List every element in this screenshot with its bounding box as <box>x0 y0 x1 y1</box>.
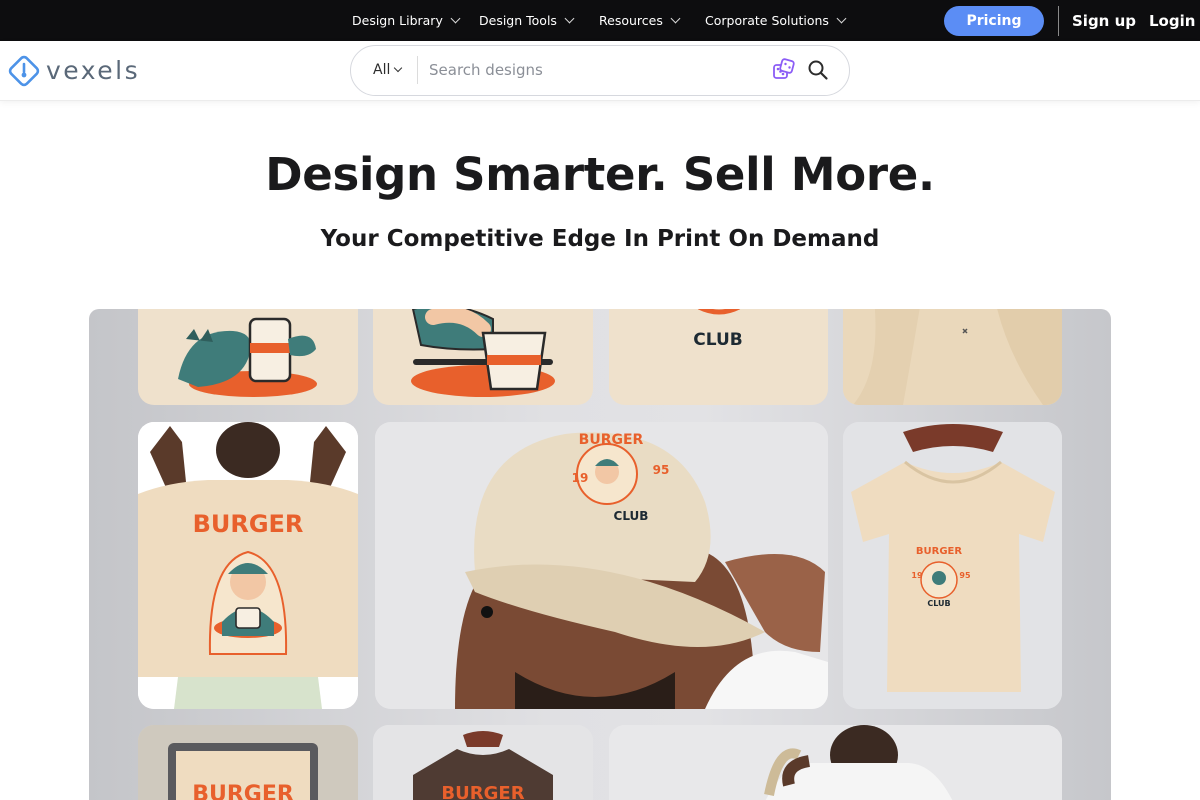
nav-label: Design Tools <box>479 13 557 28</box>
showcase-tile-dark-tshirt[interactable]: BURGER <box>373 725 593 800</box>
chevron-down-icon <box>836 13 847 23</box>
search-bar: All <box>350 45 850 96</box>
club-logo-illustration: CLUB <box>693 309 743 350</box>
showcase-tile-tote-bag[interactable] <box>609 725 1062 800</box>
nav-design-library[interactable]: Design Library <box>352 0 461 41</box>
showcase-tile-dinosaur-sticker[interactable] <box>138 309 358 405</box>
club-text: CLUB <box>693 330 742 350</box>
dark-tshirt-photo: BURGER <box>373 725 593 800</box>
club-text: CLUB <box>927 599 950 608</box>
cap-model-photo: BURGER 19 95 CLUB <box>375 422 828 709</box>
nav-design-tools[interactable]: Design Tools <box>479 0 575 41</box>
showcase-tile-back-tshirt[interactable]: BURGER <box>138 422 358 709</box>
showcase-tile-hanging-tshirt[interactable]: BURGER 19 95 CLUB <box>843 422 1062 709</box>
search-input[interactable] <box>429 56 759 84</box>
dinosaur-illustration <box>178 317 317 397</box>
top-bar: Design Library Design Tools Resources Co… <box>0 0 1200 41</box>
nav-label: Resources <box>599 13 663 28</box>
nav-resources[interactable]: Resources <box>599 0 681 41</box>
search-divider <box>417 56 418 84</box>
chevron-down-icon <box>450 13 461 23</box>
year-left-text: 19 <box>911 571 923 580</box>
burger-text: BURGER <box>192 782 294 800</box>
back-tshirt-model-photo: BURGER <box>138 422 358 709</box>
hero-title: Design Smarter. Sell More. <box>265 148 935 201</box>
year-right-text: 95 <box>959 571 971 580</box>
tote-bag-model-photo <box>609 725 1062 800</box>
search-category-select[interactable]: All <box>373 46 403 94</box>
showcase-tile-coffee-sticker[interactable] <box>373 309 593 405</box>
showcase-tile-club-logo[interactable]: CLUB <box>609 309 828 405</box>
burger-text: BURGER <box>193 510 304 538</box>
hero-subtitle: Your Competitive Edge In Print On Demand <box>320 226 880 252</box>
nav-corporate-solutions[interactable]: Corporate Solutions <box>705 0 847 41</box>
poster-mockup-photo: BURGER <box>138 725 358 800</box>
year-left-text: 19 <box>572 471 589 485</box>
burger-text: BURGER <box>916 546 962 557</box>
hanging-tshirt-photo: BURGER 19 95 CLUB <box>843 422 1062 709</box>
nav-label: Design Library <box>352 13 443 28</box>
signup-link[interactable]: Sign up <box>1072 0 1136 41</box>
nav-label: Corporate Solutions <box>705 13 829 28</box>
sweatshirt-illustration <box>843 309 1062 405</box>
chevron-down-icon <box>670 13 681 23</box>
coffee-boy-illustration <box>411 309 555 397</box>
vexels-logo-icon <box>8 55 40 87</box>
showcase-tile-sweatshirt[interactable] <box>843 309 1062 405</box>
design-showcase: CLUB BURGER BURGER 19 95 CLUB BURGER 19 … <box>89 309 1111 800</box>
showcase-tile-poster[interactable]: BURGER <box>138 725 358 800</box>
login-link[interactable]: Login <box>1149 0 1195 41</box>
vexels-logo[interactable]: vexels <box>8 55 140 87</box>
search-icon[interactable] <box>807 59 829 81</box>
burger-text: BURGER <box>441 783 524 800</box>
search-category-value: All <box>373 62 391 78</box>
burger-text: BURGER <box>579 432 644 448</box>
chevron-down-icon <box>564 13 575 23</box>
club-text: CLUB <box>614 509 649 523</box>
chevron-down-icon <box>394 63 403 73</box>
showcase-tile-cap[interactable]: BURGER 19 95 CLUB <box>375 422 828 709</box>
pricing-button[interactable]: Pricing <box>944 6 1044 36</box>
year-right-text: 95 <box>653 463 670 477</box>
dice-icon[interactable] <box>771 57 797 83</box>
site-header: vexels All <box>0 41 1200 101</box>
logo-text: vexels <box>46 55 141 85</box>
divider <box>1058 6 1059 36</box>
